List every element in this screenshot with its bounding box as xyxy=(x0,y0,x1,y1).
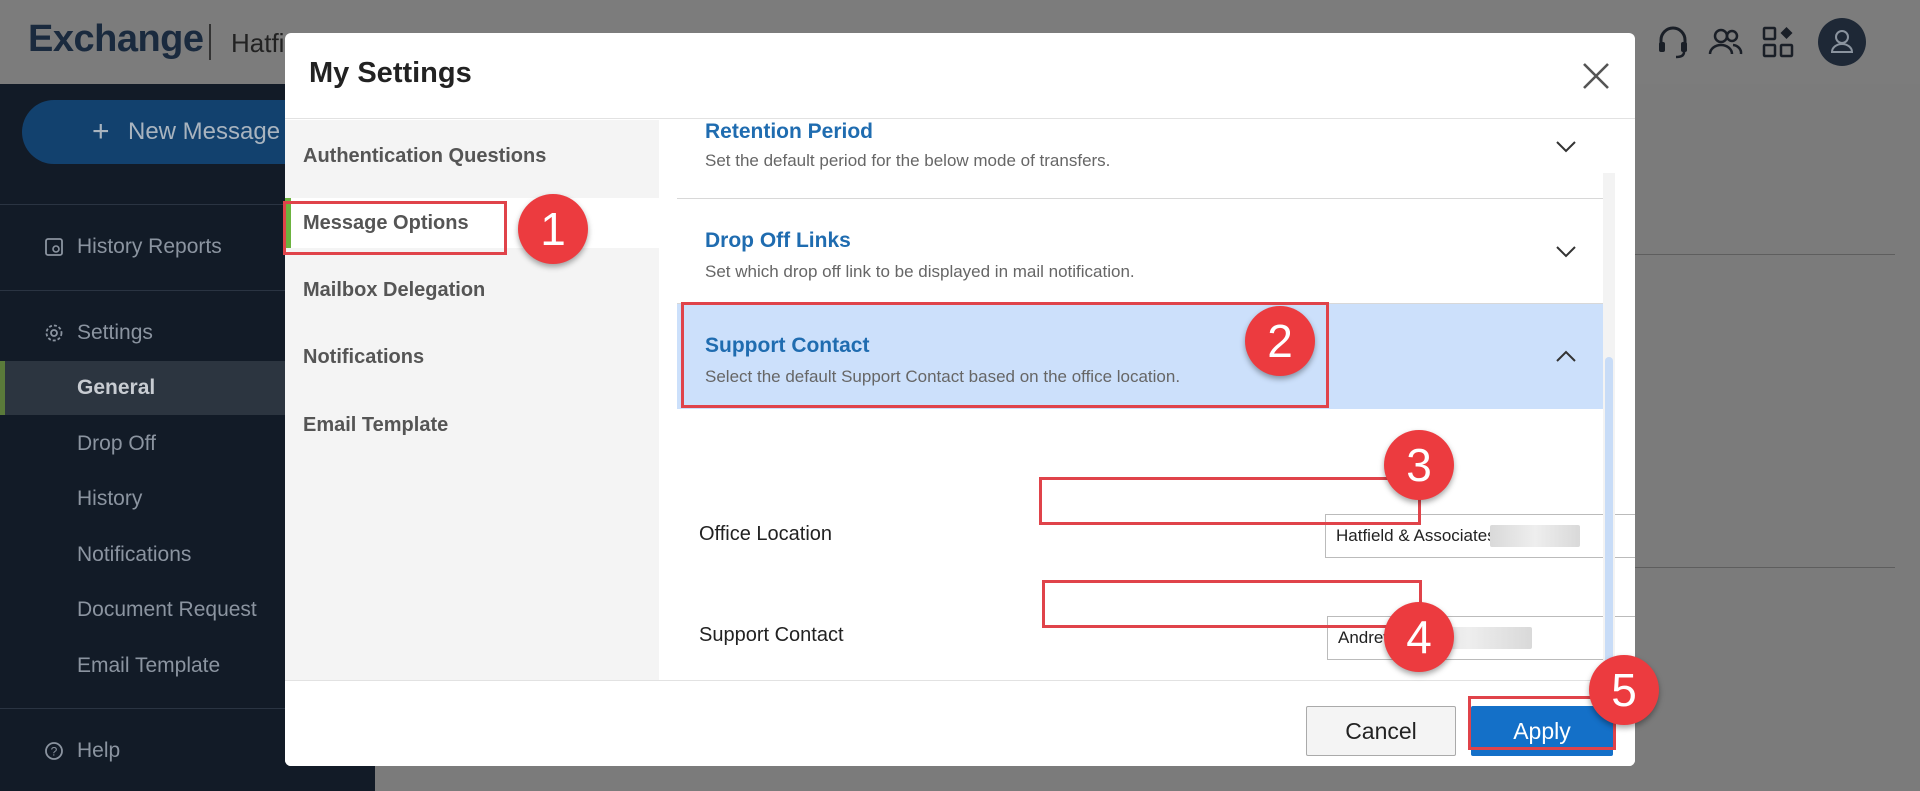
highlight-box xyxy=(681,302,1329,408)
logo-divider xyxy=(209,24,211,60)
chevron-down-icon xyxy=(1556,141,1576,153)
gear-icon xyxy=(45,324,63,342)
support-contact-label: Support Contact xyxy=(699,624,844,646)
close-icon[interactable] xyxy=(1579,59,1613,93)
highlight-box xyxy=(1042,580,1422,628)
step-badge-4: 4 xyxy=(1384,602,1454,672)
svg-text:?: ? xyxy=(51,745,58,759)
step-badge-2: 2 xyxy=(1245,306,1315,376)
cancel-button[interactable]: Cancel xyxy=(1306,706,1456,756)
apps-icon[interactable] xyxy=(1760,24,1796,60)
nav-authentication-questions[interactable]: Authentication Questions xyxy=(285,131,659,181)
nav-email-template[interactable]: Email Template xyxy=(285,400,659,450)
section-title: Retention Period xyxy=(705,120,874,143)
step-badge-1: 1 xyxy=(518,194,588,264)
users-icon[interactable] xyxy=(1707,24,1743,60)
office-location-label: Office Location xyxy=(699,523,833,545)
dialog-title: My Settings xyxy=(309,57,472,89)
drop-off-links-section[interactable]: Drop Off Links Set which drop off link t… xyxy=(677,199,1605,304)
step-badge-3: 3 xyxy=(1384,430,1454,500)
user-avatar[interactable] xyxy=(1818,18,1866,66)
headset-icon[interactable] xyxy=(1655,24,1691,60)
plus-icon: + xyxy=(92,115,110,148)
dialog-footer: Cancel Apply xyxy=(285,680,1635,766)
person-icon xyxy=(1830,30,1854,53)
chevron-up-icon xyxy=(1556,350,1576,362)
nav-notifications[interactable]: Notifications xyxy=(285,332,659,382)
scrollbar-thumb[interactable] xyxy=(1605,357,1613,692)
nav-mailbox-delegation[interactable]: Mailbox Delegation xyxy=(285,265,659,315)
dialog-header: My Settings xyxy=(285,33,1635,119)
retention-period-section[interactable]: Retention Period Set the default period … xyxy=(677,120,1605,199)
chevron-down-icon xyxy=(1556,246,1576,258)
help-icon: ? xyxy=(45,742,63,760)
divider xyxy=(1635,254,1895,255)
app-logo: Exchange xyxy=(28,18,204,60)
step-badge-5: 5 xyxy=(1589,655,1659,725)
redacted-text xyxy=(1490,525,1580,547)
section-description: Set which drop off link to be displayed … xyxy=(705,262,1135,281)
tenant-name: Hatfi xyxy=(231,28,285,58)
highlight-box xyxy=(283,201,507,255)
divider xyxy=(1635,567,1895,568)
report-icon xyxy=(45,238,63,256)
highlight-box xyxy=(1039,477,1421,525)
section-title: Drop Off Links xyxy=(705,229,851,252)
section-description: Set the default period for the below mod… xyxy=(705,151,1111,170)
